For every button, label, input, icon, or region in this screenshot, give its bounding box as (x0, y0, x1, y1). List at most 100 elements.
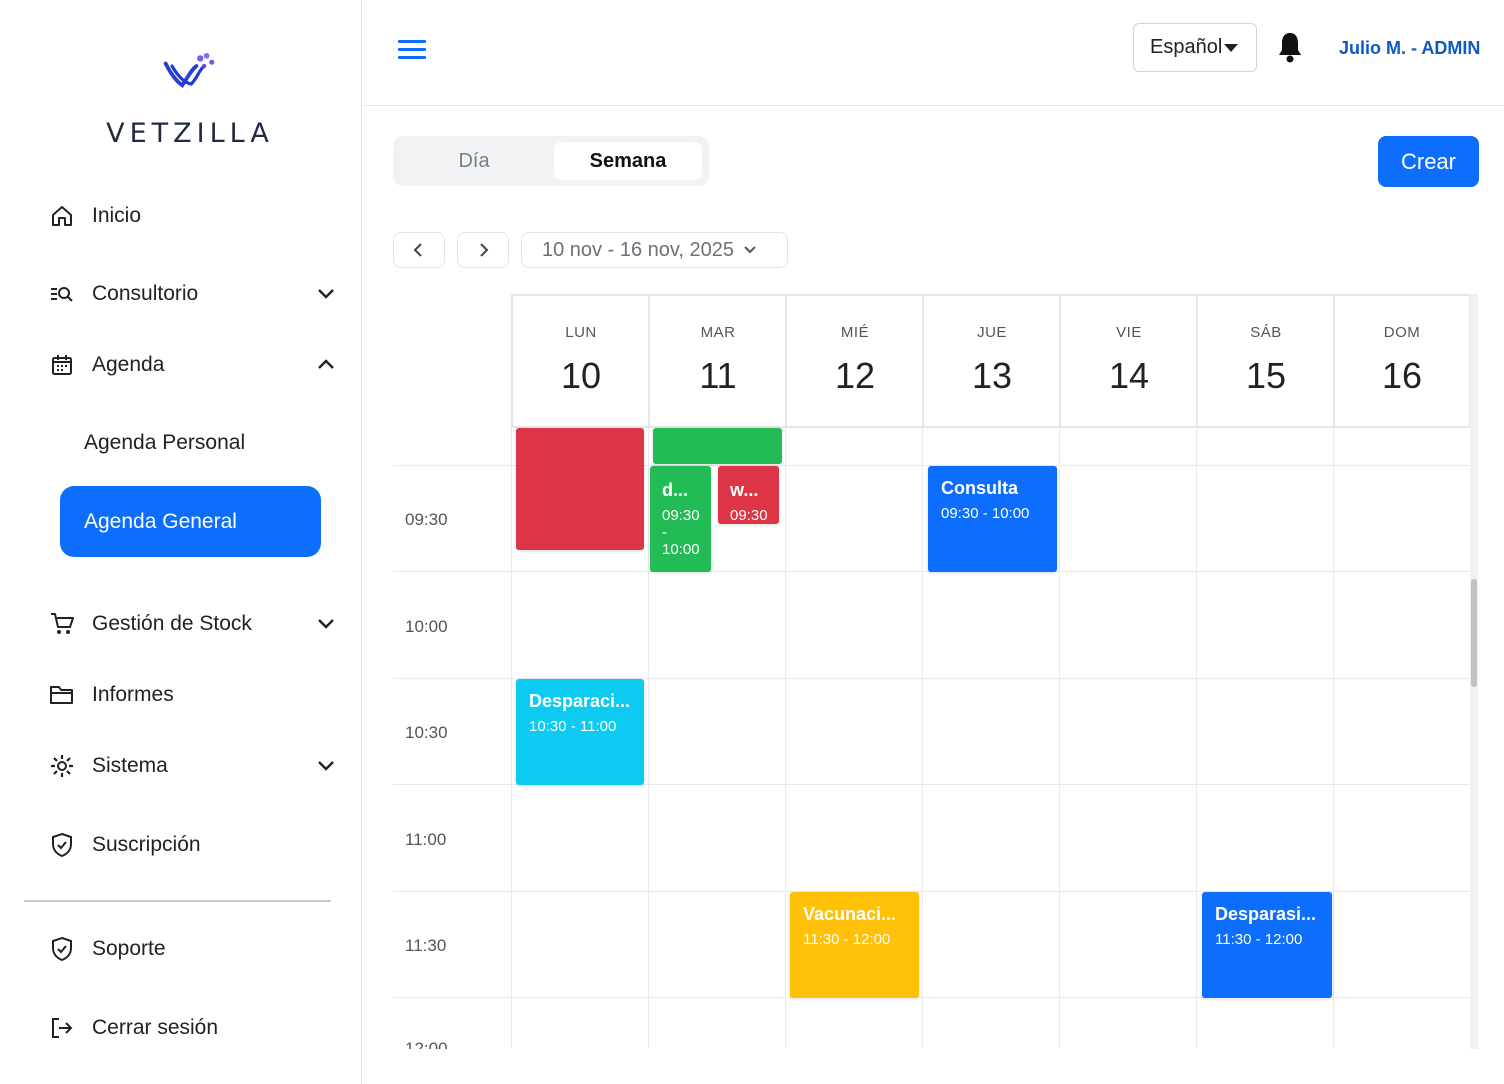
view-week-button[interactable]: Semana (554, 142, 702, 180)
calendar-event[interactable]: Vacunaci... 11:30 - 12:00 (790, 892, 919, 998)
sidebar-item-label: Agenda (92, 353, 165, 376)
calendar-event[interactable]: Desparasi... 11:30 - 12:00 (1202, 892, 1332, 998)
day-name: SÁB (1250, 324, 1282, 341)
week-calendar: LUN 10 MAR 11 MIÉ 12 JUE 13 VIE 14 SÁB 1… (393, 294, 1480, 1049)
vetzilla-logo (163, 52, 215, 88)
event-time: 11:30 - 12:00 (803, 931, 891, 948)
event-title: d... (662, 480, 688, 500)
calendar-scroll-thumb[interactable] (1471, 579, 1477, 687)
day-header[interactable]: JUE 13 (922, 294, 1060, 428)
sidebar-item-agenda[interactable]: Agenda (48, 345, 164, 385)
event-title: Vacunaci... (803, 904, 897, 924)
day-header[interactable]: MAR 11 (648, 294, 786, 428)
chevron-down-icon[interactable] (314, 753, 338, 777)
chevron-down-icon (744, 246, 756, 254)
event-title: Desparaci... (529, 691, 631, 711)
event-title: Desparasi... (1215, 904, 1317, 924)
day-header[interactable]: SÁB 15 (1196, 294, 1334, 428)
sidebar-item-label: Soporte (92, 937, 166, 960)
chevron-left-icon (413, 243, 422, 257)
calendar-event[interactable]: w... 09:30 (718, 466, 779, 524)
view-toggle: Día Semana (393, 136, 709, 186)
day-name: MAR (700, 324, 736, 341)
sidebar-item-label: Cerrar sesión (92, 1016, 219, 1039)
sidebar-item-label: Consultorio (92, 282, 199, 305)
sidebar-item-cerrar-sesion[interactable]: Cerrar sesión (48, 1008, 218, 1048)
time-label: 10:00 (405, 617, 448, 636)
create-button[interactable]: Crear (1378, 136, 1479, 187)
shield-icon (48, 831, 76, 859)
grid-column-line (648, 428, 649, 1048)
bell-icon[interactable] (1275, 30, 1305, 64)
home-icon (48, 202, 76, 230)
view-day-button[interactable]: Día (401, 142, 547, 180)
day-header[interactable]: VIE 14 (1059, 294, 1197, 428)
language-select[interactable]: Español (1133, 23, 1257, 72)
day-date: 10 (560, 355, 602, 396)
grid-column-line (785, 428, 786, 1048)
time-label: 11:30 (405, 936, 447, 955)
chevron-right-icon (480, 243, 489, 257)
sidebar-item-inicio[interactable]: Inicio (48, 196, 141, 236)
top-bar: Español Julio M. - ADMIN (363, 0, 1504, 106)
date-range-label: 10 nov - 16 nov, 2025 (542, 238, 734, 261)
sidebar-item-suscripcion[interactable]: Suscripción (48, 825, 201, 865)
sidebar-subitem-agenda-general[interactable]: Agenda General (60, 486, 321, 557)
day-name: JUE (977, 324, 1007, 341)
gear-icon (48, 752, 76, 780)
day-date: 13 (971, 355, 1013, 396)
day-date: 15 (1245, 355, 1287, 396)
calendar-event[interactable]: Consulta 09:30 - 10:00 (928, 466, 1057, 572)
sidebar-item-soporte[interactable]: Soporte (48, 929, 166, 969)
next-week-button[interactable] (457, 232, 509, 268)
day-date: 14 (1108, 355, 1150, 396)
calendar-event[interactable] (653, 428, 782, 464)
grid-column-line (922, 428, 923, 1048)
sidebar-item-label: Inicio (92, 204, 142, 227)
shield-icon (48, 935, 76, 963)
menu-icon[interactable] (398, 40, 426, 60)
brand-name: VETZILLA (106, 118, 274, 149)
chevron-down-icon[interactable] (314, 281, 338, 305)
user-menu[interactable]: Julio M. - ADMIN (1339, 38, 1480, 59)
day-date: 11 (699, 355, 737, 396)
calendar-event[interactable]: Desparaci... 10:30 - 11:00 (516, 679, 644, 785)
caret-down-icon (1224, 43, 1239, 52)
search-list-icon (48, 280, 76, 308)
event-time: 09:30 (730, 507, 768, 524)
date-range-picker[interactable]: 10 nov - 16 nov, 2025 (521, 232, 788, 268)
grid-column-line (1333, 428, 1334, 1048)
sidebar-item-consultorio[interactable]: Consultorio (48, 274, 198, 314)
day-date: 12 (834, 355, 876, 396)
sidebar-item-informes[interactable]: Informes (48, 675, 174, 715)
prev-week-button[interactable] (393, 232, 445, 268)
day-header[interactable]: MIÉ 12 (785, 294, 923, 428)
sidebar-subitem-agenda-personal[interactable]: Agenda Personal (84, 431, 245, 455)
event-time: 09:30 - 10:00 (662, 507, 700, 558)
sidebar-item-sistema[interactable]: Sistema (48, 746, 168, 786)
grid-column-line (1059, 428, 1060, 1048)
day-name: MIÉ (840, 324, 870, 341)
time-label: 09:30 (405, 510, 448, 529)
chevron-up-icon[interactable] (314, 353, 338, 377)
sidebar-item-label: Suscripción (92, 833, 201, 856)
cart-icon (48, 610, 76, 638)
folder-icon (48, 681, 76, 709)
event-time: 10:30 - 11:00 (529, 718, 617, 735)
calendar-event[interactable] (516, 428, 644, 550)
logout-icon (48, 1014, 76, 1042)
day-header[interactable]: DOM 16 (1333, 294, 1471, 428)
sidebar-item-label: Informes (92, 683, 174, 706)
day-name: DOM (1383, 324, 1421, 341)
time-label: 11:00 (405, 830, 447, 849)
sidebar-item-label: Gestión de Stock (92, 612, 252, 635)
calendar-icon (48, 351, 76, 379)
event-title: Consulta (941, 478, 1019, 498)
chevron-down-icon[interactable] (314, 611, 338, 635)
calendar-event[interactable]: d... 09:30 - 10:00 (650, 466, 711, 572)
time-label: 12:00 (405, 1039, 448, 1049)
sidebar-item-stock[interactable]: Gestión de Stock (48, 604, 252, 644)
day-header[interactable]: LUN 10 (511, 294, 649, 428)
day-date: 16 (1381, 355, 1423, 396)
event-time: 09:30 - 10:00 (941, 505, 1030, 522)
